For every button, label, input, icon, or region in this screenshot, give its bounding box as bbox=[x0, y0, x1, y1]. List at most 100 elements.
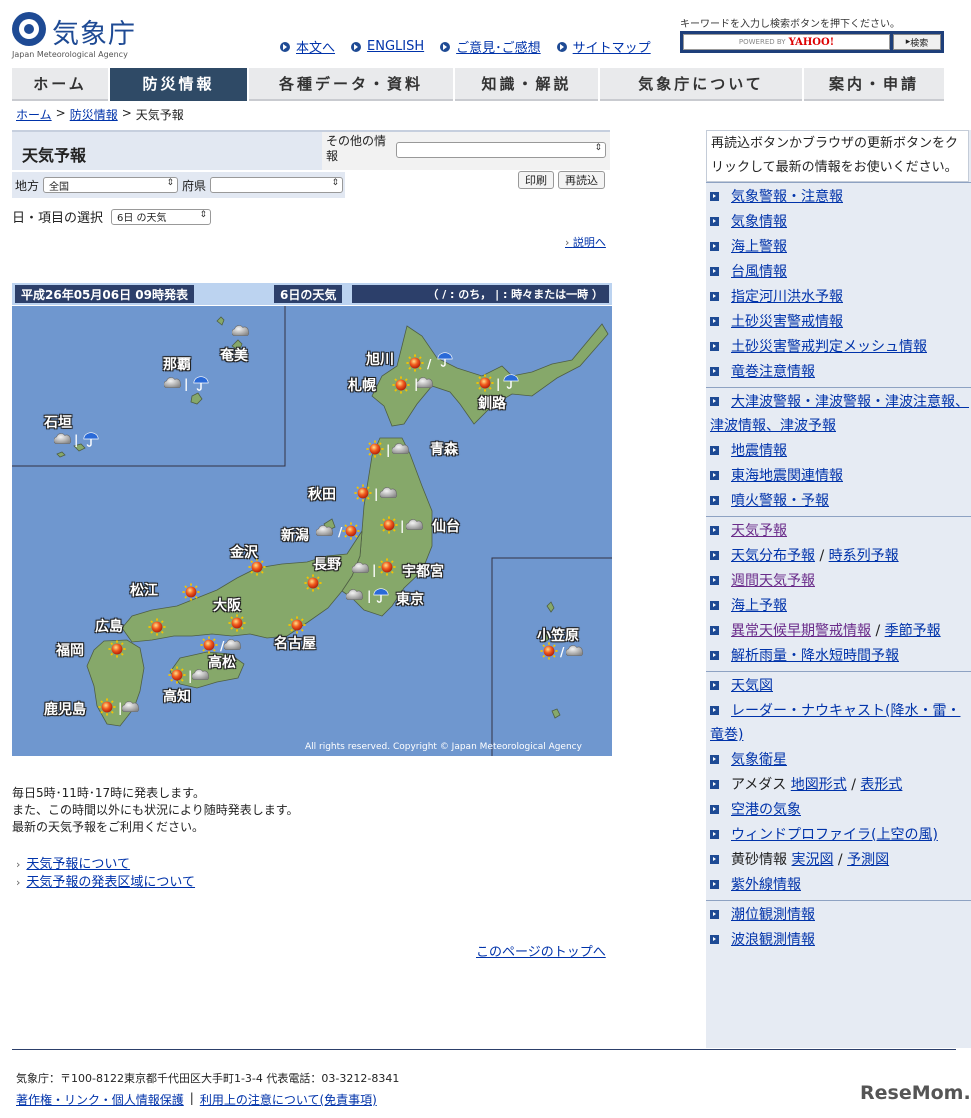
sidebar-item[interactable]: 季節予報 bbox=[885, 623, 941, 639]
sidebar-item[interactable]: 指定河川洪水予報 bbox=[731, 289, 843, 305]
issuance-notes: 毎日5時･11時･17時に発表します。 また、この時間以外にも状況により随時発表… bbox=[12, 786, 299, 834]
sidebar-item[interactable]: 解析雨量・降水短時間予報 bbox=[731, 648, 899, 664]
sidebar-item[interactable]: 表形式 bbox=[860, 777, 902, 793]
nav-tab-knowledge[interactable]: 知識・解説 bbox=[455, 68, 598, 101]
top-links: 本文へ ENGLISH ご意見･ご感想 サイトマップ bbox=[280, 37, 651, 56]
sidebar-item[interactable]: 土砂災害警戒情報 bbox=[731, 314, 843, 330]
arrow-square-icon bbox=[710, 242, 719, 251]
city-label: 金沢 bbox=[230, 545, 258, 561]
sitemap-link[interactable]: サイトマップ bbox=[556, 37, 651, 56]
sidebar-item[interactable]: 大津波警報・津波警報・津波注意報、津波情報、津波予報 bbox=[710, 394, 969, 434]
map-day-label: 6日の天気 bbox=[274, 285, 343, 303]
arrow-square-icon bbox=[710, 342, 719, 351]
sidebar-item[interactable]: 土砂災害警戒判定メッシュ情報 bbox=[731, 339, 927, 355]
region-select[interactable]: 全国 bbox=[43, 177, 179, 193]
about-forecast-link[interactable]: 天気予報について bbox=[26, 857, 130, 872]
arrow-circle-icon bbox=[280, 41, 290, 52]
sidebar-item[interactable]: 週間天気予報 bbox=[731, 573, 815, 589]
sidebar-item[interactable]: 空港の気象 bbox=[731, 802, 801, 818]
logo-subtitle: Japan Meteorological Agency bbox=[12, 50, 128, 59]
explain-link[interactable]: › 説明へ bbox=[565, 234, 606, 250]
breadcrumb-home[interactable]: ホーム bbox=[16, 106, 52, 123]
sidebar-item[interactable]: 気象衛星 bbox=[731, 752, 787, 768]
arrow-square-icon bbox=[710, 805, 719, 814]
arrow-square-icon bbox=[710, 317, 719, 326]
arrow-right-icon: › bbox=[565, 236, 573, 249]
sidebar-item[interactable]: 天気予報 bbox=[731, 523, 787, 539]
sidebar-item[interactable]: 台風情報 bbox=[731, 264, 787, 280]
arrow-square-icon bbox=[710, 651, 719, 660]
sidebar-item[interactable]: 海上予報 bbox=[731, 598, 787, 614]
arrow-square-icon bbox=[710, 910, 719, 919]
sidebar-item[interactable]: 時系列予報 bbox=[829, 548, 899, 564]
arrow-square-icon bbox=[710, 755, 719, 764]
other-info-label: その他の情報 bbox=[326, 134, 387, 163]
arrow-square-icon bbox=[710, 681, 719, 690]
nav-tab-home[interactable]: ホーム bbox=[12, 68, 108, 101]
sidebar-item[interactable]: 実況図 bbox=[791, 852, 833, 868]
svg-text:|: | bbox=[118, 701, 122, 715]
map-header-bar: 平成26年05月06日 09時発表 6日の天気 （ / : のち， | : 時々… bbox=[12, 283, 612, 305]
sidebar: 再読込ボタンかブラウザの更新ボタンをクリックして最新の情報をお使いください。 気… bbox=[706, 130, 971, 1048]
nav-tab-disaster-info[interactable]: 防災情報 bbox=[110, 68, 247, 101]
sidebar-item[interactable]: 気象情報 bbox=[731, 214, 787, 230]
feedback-link[interactable]: ご意見･ご感想 bbox=[440, 37, 541, 56]
arrow-square-icon bbox=[710, 397, 719, 406]
arrow-square-icon bbox=[710, 192, 719, 201]
jma-logo[interactable]: 気象庁 Japan Meteorological Agency bbox=[12, 12, 152, 59]
nav-tab-guide[interactable]: 案内・申請 bbox=[804, 68, 944, 101]
sidebar-item[interactable]: レーダー・ナウキャスト(降水・雷・竜巻) bbox=[710, 703, 960, 743]
resemom-watermark: ReseMom. bbox=[860, 1082, 971, 1104]
nav-tab-data[interactable]: 各種データ・資料 bbox=[249, 68, 453, 101]
svg-text:|: | bbox=[74, 433, 78, 447]
arrow-square-icon bbox=[710, 526, 719, 535]
arrow-square-icon bbox=[710, 551, 719, 560]
sidebar-item[interactable]: 噴火警報・予報 bbox=[731, 493, 829, 509]
sidebar-item[interactable]: 異常天候早期警戒情報 bbox=[731, 623, 871, 639]
sidebar-item[interactable]: 東海地震関連情報 bbox=[731, 468, 843, 484]
arrow-square-icon bbox=[710, 830, 719, 839]
item-select[interactable]: 6日 の天気 bbox=[111, 208, 212, 225]
svg-text:|: | bbox=[188, 669, 192, 683]
sidebar-item[interactable]: 紫外線情報 bbox=[731, 877, 801, 893]
pref-select[interactable] bbox=[210, 177, 344, 193]
arrow-circle-icon bbox=[440, 41, 451, 52]
copyright-link[interactable]: 著作権・リンク・個人情報保護 bbox=[16, 1091, 184, 1108]
sidebar-item[interactable]: 天気分布予報 bbox=[731, 548, 815, 564]
sidebar-item[interactable]: 波浪観測情報 bbox=[731, 932, 815, 948]
sidebar-item[interactable]: 予測図 bbox=[847, 852, 889, 868]
english-link[interactable]: ENGLISH bbox=[351, 37, 424, 56]
print-button[interactable]: 印刷 bbox=[518, 171, 554, 189]
breadcrumb: ホーム > 防災情報 > 天気予報 bbox=[16, 106, 184, 123]
sidebar-item[interactable]: 気象警報・注意報 bbox=[731, 189, 843, 205]
city-label: 新潟 bbox=[281, 528, 309, 544]
nav-tab-about[interactable]: 気象庁について bbox=[600, 68, 802, 101]
sidebar-item[interactable]: 竜巻注意情報 bbox=[731, 364, 815, 380]
svg-text:/: / bbox=[427, 357, 432, 371]
search-button[interactable]: ▸ 検索 bbox=[893, 34, 941, 50]
map-legend: （ / : のち， | : 時々または一時 ） bbox=[352, 285, 609, 303]
skip-to-content-link[interactable]: 本文へ bbox=[280, 37, 335, 56]
search-input[interactable]: POWERED BY YAHOO! bbox=[683, 34, 890, 50]
sidebar-item[interactable]: 地震情報 bbox=[731, 443, 787, 459]
arrow-square-icon bbox=[710, 706, 719, 715]
forecast-areas-link[interactable]: 天気予報の発表区域について bbox=[26, 875, 195, 890]
sidebar-item[interactable]: 天気図 bbox=[731, 678, 773, 694]
page-top-link[interactable]: このページのトップへ bbox=[476, 941, 606, 960]
city-label: 東京 bbox=[396, 592, 424, 608]
sidebar-item[interactable]: ウィンドプロファイラ(上空の風) bbox=[731, 827, 938, 843]
reload-button[interactable]: 再読込 bbox=[558, 171, 605, 189]
city-label: 広島 bbox=[95, 619, 123, 635]
svg-text:|: | bbox=[372, 563, 376, 577]
breadcrumb-disaster-info[interactable]: 防災情報 bbox=[70, 106, 118, 123]
sidebar-item[interactable]: 海上警報 bbox=[731, 239, 787, 255]
sidebar-item[interactable]: 潮位観測情報 bbox=[731, 907, 815, 923]
city-label: 那覇 bbox=[163, 357, 191, 373]
city-label: 石垣 bbox=[44, 415, 72, 431]
disclaimer-link[interactable]: 利用上の注意について(免責事項) bbox=[200, 1091, 377, 1108]
other-info-select[interactable] bbox=[396, 142, 606, 158]
sidebar-group-forecasts: 天気予報 天気分布予報 / 時系列予報 週間天気予報 海上予報 異常天候早期警戒… bbox=[706, 516, 971, 671]
sidebar-item[interactable]: 地図形式 bbox=[791, 777, 847, 793]
jma-emblem-icon bbox=[12, 12, 46, 46]
arrow-square-icon bbox=[710, 880, 719, 889]
